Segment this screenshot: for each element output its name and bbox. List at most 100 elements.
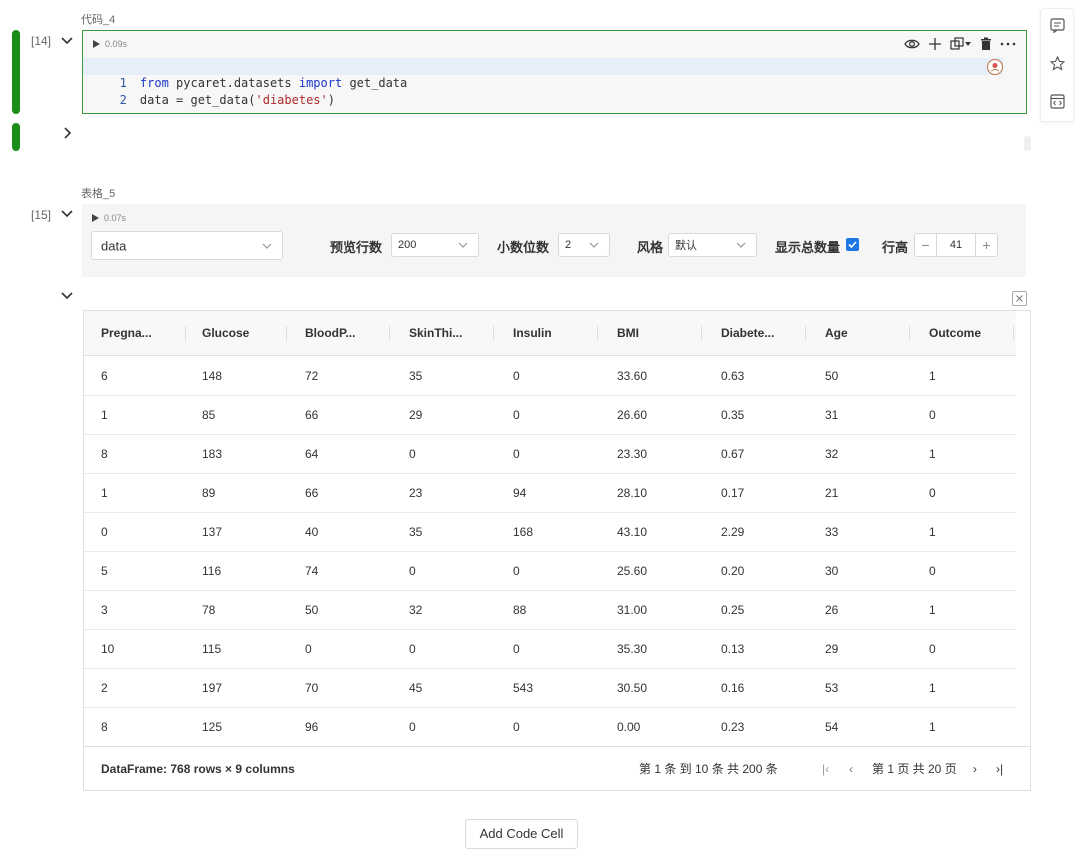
row-height-stepper[interactable]: − 41 +: [914, 233, 998, 257]
preview-rows-value: 200: [398, 239, 417, 251]
decrement-button[interactable]: −: [915, 234, 936, 256]
chevron-right-icon[interactable]: [60, 126, 74, 140]
table-row[interactable]: 1 85 66 29 0 26.60 0.35 31 0: [84, 396, 1016, 435]
increment-button[interactable]: +: [976, 234, 997, 256]
table-row[interactable]: 6 148 72 35 0 33.60 0.63 50 1: [84, 357, 1016, 396]
table-cell: 0.23: [721, 720, 745, 734]
column-header[interactable]: Pregna...: [101, 311, 152, 356]
eye-icon[interactable]: [904, 37, 920, 51]
table-cell: 30.50: [617, 681, 648, 695]
table-cell: 10: [101, 642, 115, 656]
last-page-button[interactable]: ›|: [996, 747, 1003, 792]
table-row[interactable]: 0 137 40 35 168 43.10 2.29 33 1: [84, 513, 1016, 552]
table-cell: 26.60: [617, 408, 648, 422]
table-cell: 2.29: [721, 525, 745, 539]
table-cell: 29: [825, 642, 839, 656]
table-cell: 148: [202, 369, 223, 383]
add-code-cell-button[interactable]: Add Code Cell: [465, 819, 578, 849]
next-page-button[interactable]: ›: [973, 747, 977, 792]
more-icon[interactable]: [1000, 37, 1016, 51]
column-header[interactable]: Outcome: [929, 311, 981, 356]
table-row[interactable]: 8 125 96 0 0 0.00 0.23 54 1: [84, 708, 1016, 747]
table-row[interactable]: 10 115 0 0 0 35.30 0.13 29 0: [84, 630, 1016, 669]
table-row[interactable]: 3 78 50 32 88 31.00 0.25 26 1: [84, 591, 1016, 630]
column-header[interactable]: Age: [825, 311, 848, 356]
dataset-select[interactable]: data: [91, 231, 283, 260]
table-row[interactable]: 2 197 70 45 543 30.50 0.16 53 1: [84, 669, 1016, 708]
chevron-down-icon: [262, 243, 272, 249]
ai-assistant-icon[interactable]: [986, 58, 1004, 76]
style-select[interactable]: 默认: [668, 233, 757, 257]
row-height-value[interactable]: 41: [936, 234, 976, 256]
column-resize-handle[interactable]: [597, 326, 598, 341]
table-cell: 5: [101, 564, 108, 578]
table-row[interactable]: 8 183 64 0 0 23.30 0.67 32 1: [84, 435, 1016, 474]
play-icon[interactable]: [92, 214, 99, 222]
table-cell: 0: [513, 720, 520, 734]
column-header[interactable]: BloodP...: [305, 311, 355, 356]
comment-icon[interactable]: [1050, 18, 1065, 33]
table-cell: 31: [825, 408, 839, 422]
style-value: 默认: [675, 240, 697, 252]
collapsed-cell-bar[interactable]: [12, 123, 20, 151]
chevron-down-icon: [736, 242, 746, 248]
table-cell: 33.60: [617, 369, 648, 383]
table-row[interactable]: 5 116 74 0 0 25.60 0.20 30 0: [84, 552, 1016, 591]
table-cell: 0: [513, 447, 520, 461]
column-resize-handle[interactable]: [286, 326, 287, 341]
prev-page-button[interactable]: ‹: [849, 747, 853, 792]
add-icon[interactable]: [928, 37, 942, 51]
close-output-button[interactable]: [1012, 291, 1027, 306]
column-resize-handle[interactable]: [1013, 326, 1014, 341]
run-control[interactable]: 0.09s: [93, 39, 127, 49]
table-cell: 0: [409, 642, 416, 656]
column-header[interactable]: BMI: [617, 311, 639, 356]
column-resize-handle[interactable]: [805, 326, 806, 341]
code-view-icon[interactable]: [1050, 94, 1065, 109]
column-header[interactable]: SkinThi...: [409, 311, 462, 356]
column-resize-handle[interactable]: [909, 326, 910, 341]
run-control[interactable]: 0.07s: [92, 213, 126, 223]
chevron-down-icon[interactable]: [60, 207, 74, 221]
scrollbar-thumb[interactable]: [1024, 136, 1031, 151]
play-icon[interactable]: [93, 40, 100, 48]
table-toolbar: 0.07s data 预览行数 200 小数位数 2 风格 默认 显示总数量 行…: [82, 204, 1026, 277]
column-header[interactable]: Insulin: [513, 311, 552, 356]
table-footer: DataFrame: 768 rows × 9 columns 第 1 条 到 …: [84, 746, 1030, 791]
code-line-2[interactable]: 2 data = get_data('diabetes'): [83, 75, 1003, 107]
show-total-checkbox[interactable]: [846, 238, 859, 251]
table-cell: 0.20: [721, 564, 745, 578]
column-resize-handle[interactable]: [389, 326, 390, 341]
decimals-select[interactable]: 2: [558, 233, 610, 257]
code-line-1[interactable]: 1 from pycaret.datasets import get_data: [83, 58, 1003, 90]
table-cell: 1: [929, 447, 936, 461]
table-cell: 29: [409, 408, 423, 422]
table-cell: 32: [409, 603, 423, 617]
table-cell: 74: [305, 564, 319, 578]
column-header[interactable]: Diabete...: [721, 311, 774, 356]
code-cell-label: 代码_4: [81, 14, 116, 26]
table-header-row: Pregna... Glucose BloodP... SkinThi... Insul…: [84, 311, 1016, 356]
table-cell: 88: [513, 603, 527, 617]
table-cell: 1: [101, 486, 108, 500]
table-cell: 25.60: [617, 564, 648, 578]
first-page-button[interactable]: |‹: [822, 747, 829, 792]
table-cell: 0.25: [721, 603, 745, 617]
page-text: 第 1 页 共 20 页: [872, 762, 957, 776]
column-resize-handle[interactable]: [701, 326, 702, 341]
column-header[interactable]: Glucose: [202, 311, 249, 356]
code-editor[interactable]: 0.09s 1 from pycaret.datasets import get_…: [82, 30, 1027, 114]
chevron-down-icon[interactable]: [60, 289, 74, 303]
preview-rows-select[interactable]: 200: [391, 233, 479, 257]
cell-active-bar[interactable]: [12, 30, 20, 114]
copy-dropdown-icon[interactable]: [950, 37, 972, 51]
code-token: data = get_data(: [139, 93, 256, 107]
table-row[interactable]: 1 89 66 23 94 28.10 0.17 21 0: [84, 474, 1016, 513]
column-resize-handle[interactable]: [493, 326, 494, 341]
table-cell: 1: [929, 681, 936, 695]
table-cell: 35: [409, 369, 423, 383]
chevron-down-icon[interactable]: [60, 34, 74, 48]
star-icon[interactable]: [1050, 56, 1065, 71]
trash-icon[interactable]: [980, 37, 992, 51]
column-resize-handle[interactable]: [185, 326, 186, 341]
